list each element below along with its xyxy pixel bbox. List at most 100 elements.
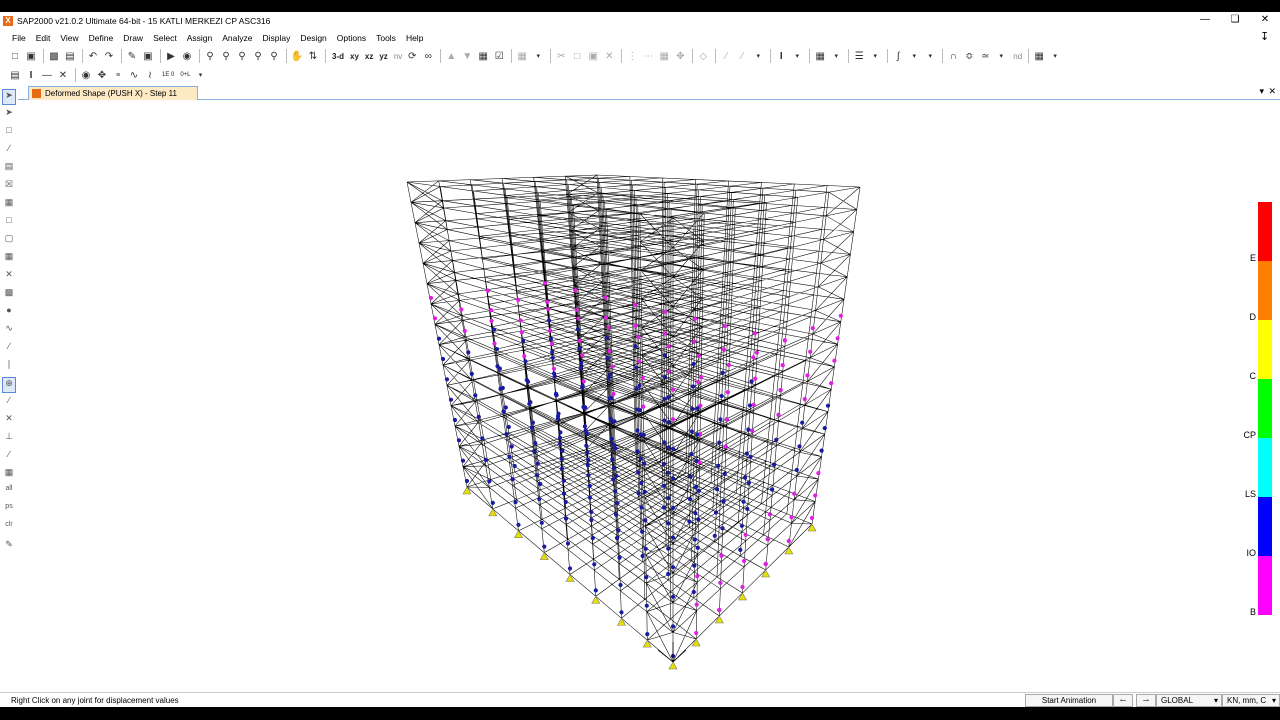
menu-analyze[interactable]: Analyze xyxy=(217,33,257,43)
hinge-marker[interactable] xyxy=(633,323,638,328)
hinge-marker[interactable] xyxy=(519,330,524,335)
menu-display[interactable]: Display xyxy=(257,33,295,43)
hinge-marker[interactable] xyxy=(643,518,648,523)
hinge-marker[interactable] xyxy=(528,400,533,405)
pan-icon[interactable]: ✋ xyxy=(290,49,304,63)
hinge-marker[interactable] xyxy=(662,331,668,336)
i-beam-icon[interactable]: I xyxy=(24,68,38,82)
zoom-out-icon[interactable]: ⚲ xyxy=(267,49,281,63)
view-nv-button[interactable]: nv xyxy=(394,52,402,61)
draw-rect-area-icon[interactable]: ▢ xyxy=(2,233,16,249)
hinge-marker[interactable] xyxy=(636,335,641,340)
show-selection-icon[interactable]: ✎ xyxy=(2,539,16,555)
hinge-marker[interactable] xyxy=(556,411,561,416)
hinge-marker[interactable] xyxy=(640,529,645,534)
hinge-marker[interactable] xyxy=(503,405,508,410)
hinge-marker[interactable] xyxy=(689,452,694,457)
hinge-marker[interactable] xyxy=(698,375,704,380)
hinge-marker[interactable] xyxy=(459,307,464,312)
hinge-marker[interactable] xyxy=(641,404,646,409)
snap-grid-icon[interactable]: ▦ xyxy=(2,467,16,483)
hinge-marker[interactable] xyxy=(494,347,499,352)
units-select[interactable]: KN, mm, C ▾ xyxy=(1222,694,1280,707)
hinge-marker[interactable] xyxy=(557,441,563,446)
menu-assign[interactable]: Assign xyxy=(182,33,218,43)
hinge-marker[interactable] xyxy=(550,355,555,360)
hinge-marker[interactable] xyxy=(662,440,667,445)
function-icon[interactable]: ∿ xyxy=(127,68,141,82)
hinge-marker[interactable] xyxy=(713,510,719,515)
hinge-marker[interactable] xyxy=(606,376,611,381)
move-up-icon[interactable]: ▲ xyxy=(444,49,458,63)
hinge-marker[interactable] xyxy=(548,337,554,342)
hinge-marker[interactable] xyxy=(428,295,434,301)
hinge-marker[interactable] xyxy=(712,533,717,538)
hinge-marker[interactable] xyxy=(750,428,755,433)
nd-button[interactable]: nd xyxy=(1013,52,1022,61)
hinge-marker[interactable] xyxy=(745,506,750,511)
hinge-marker[interactable] xyxy=(578,365,583,371)
hinge-marker[interactable] xyxy=(605,356,610,361)
snap-perpendicular-icon[interactable]: ⊥ xyxy=(2,431,16,447)
hinge-marker[interactable] xyxy=(720,526,725,531)
hinge-marker[interactable] xyxy=(789,515,794,520)
hinge-marker[interactable] xyxy=(448,397,454,402)
hinge-marker[interactable] xyxy=(638,432,643,437)
hinge-marker[interactable] xyxy=(543,281,548,286)
menu-select[interactable]: Select xyxy=(148,33,182,43)
menu-tools[interactable]: Tools xyxy=(371,33,401,43)
hinge-marker[interactable] xyxy=(639,505,644,510)
lock-icon[interactable]: ▣ xyxy=(141,49,155,63)
hinge-marker[interactable] xyxy=(645,632,650,637)
hinge-marker[interactable] xyxy=(670,476,676,481)
hinge-marker[interactable] xyxy=(825,403,831,408)
snap-point-icon[interactable]: ⊕ xyxy=(2,377,16,393)
hinge-marker[interactable] xyxy=(794,467,799,473)
hinge-marker[interactable] xyxy=(513,500,518,505)
hinge-marker[interactable] xyxy=(613,489,618,494)
hinge-marker[interactable] xyxy=(719,393,724,399)
hinge-marker[interactable] xyxy=(721,499,726,504)
hinge-marker[interactable] xyxy=(782,338,788,343)
hinge-marker[interactable] xyxy=(741,499,746,504)
hinge-marker[interactable] xyxy=(634,386,639,391)
hinge-marker[interactable] xyxy=(589,517,594,523)
restore-button[interactable]: ❏ xyxy=(1220,12,1250,29)
hinge-marker[interactable] xyxy=(516,297,521,302)
view-yz-button[interactable]: yz xyxy=(379,52,387,61)
hinge-marker[interactable] xyxy=(642,489,647,494)
hinge-marker[interactable] xyxy=(763,561,768,567)
hinge-marker[interactable] xyxy=(751,355,756,360)
hinge-marker[interactable] xyxy=(786,538,791,544)
hinge-marker[interactable] xyxy=(765,537,770,542)
snap-midpoint-icon[interactable]: ∕ xyxy=(2,449,16,465)
frame-sections-icon[interactable]: ∕ xyxy=(735,49,749,63)
frame-shape-icon[interactable]: ∩ xyxy=(946,49,960,63)
dropdown-icon-10[interactable]: ▾ xyxy=(194,68,208,82)
step-back-button[interactable]: 🠀 xyxy=(1113,694,1133,707)
hinge-marker[interactable] xyxy=(456,438,462,443)
hinge-marker[interactable] xyxy=(585,463,590,468)
spring-icon[interactable]: ≀ xyxy=(143,68,157,82)
hinge-marker[interactable] xyxy=(691,361,696,367)
hinge-marker[interactable] xyxy=(561,478,567,483)
quick-draw-secondary-icon[interactable]: ▦ xyxy=(2,197,16,213)
menu-view[interactable]: View xyxy=(55,33,83,43)
hinge-marker[interactable] xyxy=(719,553,724,558)
minimize-button[interactable]: — xyxy=(1190,12,1220,29)
hinge-marker[interactable] xyxy=(662,461,667,467)
hinge-marker[interactable] xyxy=(633,344,638,349)
hinge-marker[interactable] xyxy=(549,341,555,346)
hinge-marker[interactable] xyxy=(538,481,543,487)
hinge-marker[interactable] xyxy=(744,451,749,456)
hinge-marker[interactable] xyxy=(802,397,807,402)
hinge-marker[interactable] xyxy=(666,496,671,501)
hinge-marker[interactable] xyxy=(687,519,692,524)
hinge-marker[interactable] xyxy=(695,406,700,411)
hinge-marker[interactable] xyxy=(718,580,723,585)
draw-area-icon[interactable]: □ xyxy=(2,215,16,231)
hinge-marker[interactable] xyxy=(462,328,467,333)
hinge-marker[interactable] xyxy=(483,457,488,462)
hinge-marker[interactable] xyxy=(557,435,563,440)
hinge-marker[interactable] xyxy=(618,582,623,588)
